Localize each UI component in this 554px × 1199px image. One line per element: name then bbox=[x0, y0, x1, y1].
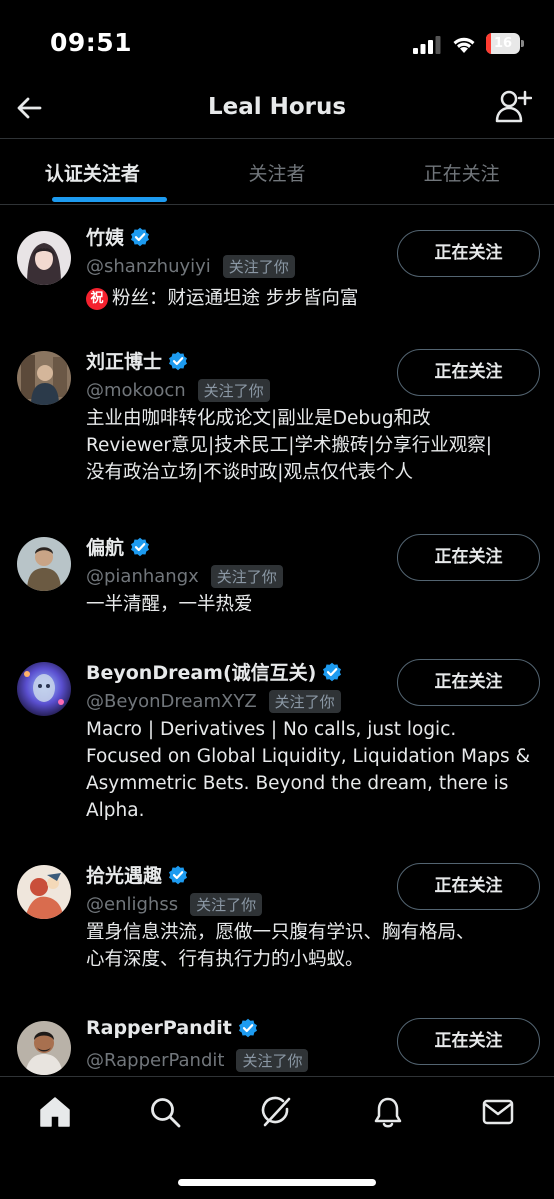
bio-line: Reviewer意见|技术民工|学术搬砖|分享行业观察| bbox=[86, 435, 492, 456]
user-bio: 主业由咖啡转化成论文|副业是Debug和改 Reviewer意见|技术民工|学术… bbox=[86, 405, 544, 486]
user-handle: @RapperPandit bbox=[86, 1050, 225, 1071]
top-bar: Leal Horus bbox=[0, 84, 554, 139]
user-list: 竹姨 @shanzhuyiyi 关注了你 正在关注 祝粉丝：财运通坦途 步步皆向… bbox=[0, 206, 554, 1076]
tab-label: 认证关注者 bbox=[44, 163, 140, 185]
verified-badge-icon bbox=[238, 1018, 257, 1038]
status-time: 09:51 bbox=[50, 28, 133, 57]
bio-line: 置身信息洪流，愿做一只腹有学识、胸有格局、 bbox=[86, 922, 475, 943]
following-button[interactable]: 正在关注 bbox=[397, 534, 540, 581]
verified-badge-icon bbox=[323, 662, 342, 681]
avatar[interactable] bbox=[17, 1021, 71, 1075]
home-indicator[interactable] bbox=[178, 1179, 376, 1186]
avatar[interactable] bbox=[17, 865, 71, 919]
bio-line: 粉丝：财运通坦途 步步皆向富 bbox=[112, 288, 359, 309]
bottom-nav bbox=[0, 1076, 554, 1199]
user-name: 拾光遇趣 bbox=[86, 865, 163, 887]
tab-label: 关注者 bbox=[248, 163, 306, 185]
user-handle: @mokoocn bbox=[86, 380, 186, 401]
active-tab-indicator bbox=[52, 197, 167, 202]
user-handle: @pianhangx bbox=[86, 566, 199, 587]
status-bar: 09:51 16 bbox=[0, 0, 554, 84]
following-button[interactable]: 正在关注 bbox=[397, 349, 540, 396]
user-name: RapperPandit bbox=[86, 1017, 232, 1039]
bio-line: 主业由咖啡转化成论文|副业是Debug和改 bbox=[86, 408, 431, 429]
user-name: 刘正博士 bbox=[86, 351, 163, 373]
verified-badge-icon bbox=[131, 537, 150, 556]
follows-you-badge: 关注了你 bbox=[190, 893, 263, 916]
tab-label: 正在关注 bbox=[423, 163, 500, 185]
user-handle: @shanzhuyiyi bbox=[86, 256, 211, 277]
bio-line: 心有深度、行有执行力的小蚂蚁。 bbox=[86, 949, 364, 970]
avatar[interactable] bbox=[17, 351, 71, 405]
user-bio: 祝粉丝：财运通坦途 步步皆向富 bbox=[86, 285, 544, 312]
wifi-icon bbox=[453, 37, 475, 53]
user-bio: 置身信息洪流，愿做一只腹有学识、胸有格局、 心有深度、行有执行力的小蚂蚁。 bbox=[86, 919, 544, 973]
avatar[interactable] bbox=[17, 537, 71, 591]
verified-badge-icon bbox=[169, 351, 188, 370]
battery-icon: 16 bbox=[486, 33, 524, 54]
battery-level: 16 bbox=[493, 36, 513, 51]
verified-badge-icon bbox=[169, 865, 188, 884]
tab-verified-followers[interactable]: 认证关注者 bbox=[0, 139, 185, 204]
follows-you-badge: 关注了你 bbox=[197, 379, 270, 402]
messages-icon[interactable] bbox=[481, 1095, 515, 1129]
add-user-icon[interactable] bbox=[494, 88, 532, 124]
bio-line: 一半清醒，一半热爱 bbox=[86, 594, 253, 615]
celebrate-badge-icon: 祝 bbox=[86, 288, 108, 310]
verified-badge-icon bbox=[131, 227, 150, 246]
user-name: 竹姨 bbox=[86, 227, 125, 249]
bio-line: Asymmetric Bets. Beyond the dream, there… bbox=[86, 773, 509, 794]
page-title: Leal Horus bbox=[207, 94, 347, 120]
avatar[interactable] bbox=[17, 662, 71, 716]
follows-you-badge: 关注了你 bbox=[268, 690, 341, 713]
home-icon[interactable] bbox=[38, 1095, 72, 1129]
tab-following[interactable]: 正在关注 bbox=[369, 139, 554, 204]
tab-bar: 认证关注者 关注者 正在关注 bbox=[0, 139, 554, 205]
user-handle: @enlighss bbox=[86, 894, 179, 915]
following-button[interactable]: 正在关注 bbox=[397, 230, 540, 277]
bio-line: Focused on Global Liquidity, Liquidation… bbox=[86, 746, 530, 767]
user-name: 偏航 bbox=[86, 537, 125, 559]
notifications-icon[interactable] bbox=[371, 1095, 405, 1129]
user-handle: @BeyonDreamXYZ bbox=[86, 691, 257, 712]
user-name: BeyonDream(诚信互关) bbox=[86, 662, 317, 684]
follows-you-badge: 关注了你 bbox=[210, 565, 283, 588]
search-icon[interactable] bbox=[148, 1095, 182, 1129]
user-bio: 一半清醒，一半热爱 bbox=[86, 591, 544, 618]
bio-line: Alpha. bbox=[86, 800, 145, 821]
follows-you-badge: 关注了你 bbox=[236, 1049, 309, 1072]
tab-followers[interactable]: 关注者 bbox=[185, 139, 370, 204]
following-button[interactable]: 正在关注 bbox=[397, 863, 540, 910]
following-button[interactable]: 正在关注 bbox=[397, 659, 540, 706]
bio-line: Macro | Derivatives | No calls, just log… bbox=[86, 719, 457, 740]
grok-icon[interactable] bbox=[259, 1095, 293, 1129]
following-button[interactable]: 正在关注 bbox=[397, 1018, 540, 1065]
avatar[interactable] bbox=[17, 231, 71, 285]
user-bio: Macro | Derivatives | No calls, just log… bbox=[86, 716, 544, 824]
follows-you-badge: 关注了你 bbox=[222, 255, 295, 278]
cellular-signal-icon bbox=[413, 36, 441, 54]
bio-line: 没有政治立场|不谈时政|观点仅代表个人 bbox=[86, 462, 413, 483]
